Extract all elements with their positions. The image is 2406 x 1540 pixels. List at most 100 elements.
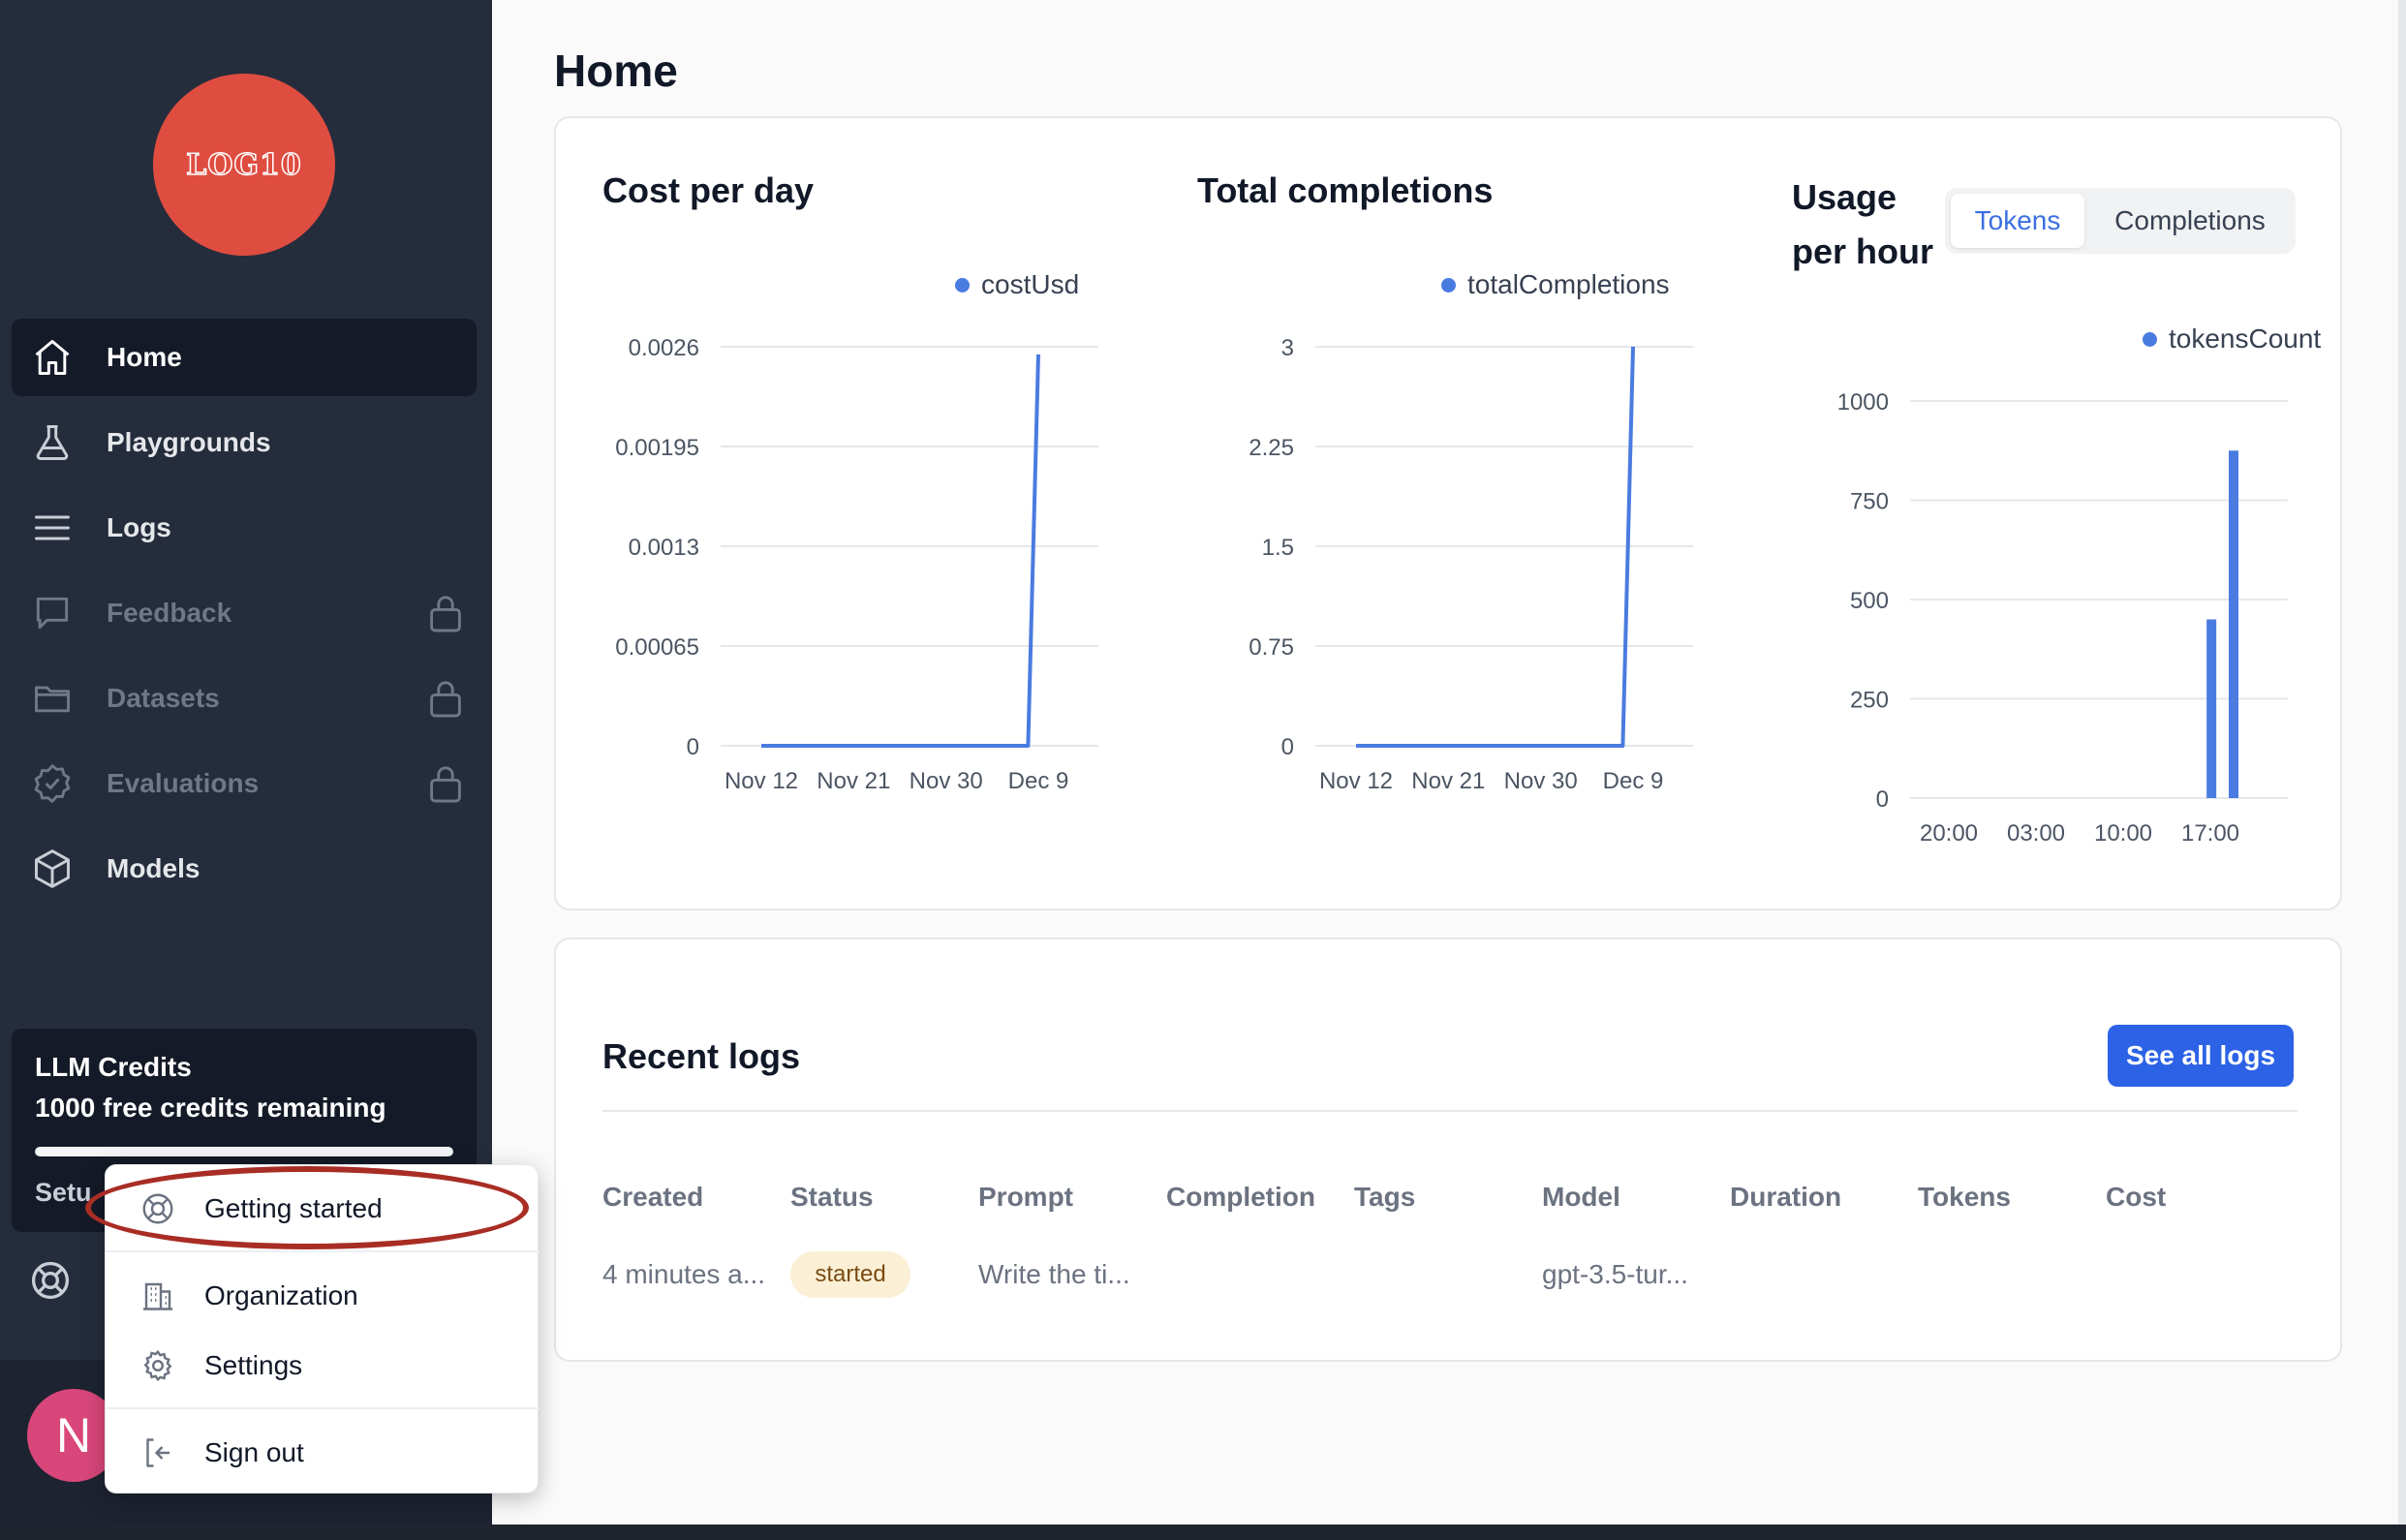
annotation-highlight-ellipse — [85, 1166, 529, 1249]
column-header-tokens[interactable]: Tokens — [1918, 1182, 2011, 1213]
menu-divider — [106, 1250, 540, 1252]
x-tick-label: Nov 30 — [910, 768, 983, 794]
sidebar-item-label: Evaluations — [107, 768, 260, 798]
sidebar-item-label: Logs — [107, 512, 171, 542]
folder-icon — [29, 675, 76, 722]
recent-logs-title: Recent logs — [602, 1036, 801, 1076]
sign-out-icon — [146, 1438, 170, 1467]
total-completions-chart: 0 0.75 1.5 2.25 3 Nov 12 Nov 21 Nov 30 Dec 9 — [1249, 335, 1693, 794]
column-header-created[interactable]: Created — [602, 1182, 703, 1213]
lifebuoy-icon[interactable] — [29, 1259, 72, 1302]
sidebar-item-models[interactable]: Models — [12, 830, 477, 908]
x-tick-label: Nov 21 — [817, 768, 890, 794]
sidebar-item-label: Datasets — [107, 683, 220, 713]
y-tick-label: 0 — [1281, 734, 1294, 760]
y-tick-label: 0.75 — [1249, 634, 1294, 661]
credits-title: LLM Credits — [35, 1052, 192, 1082]
sidebar-item-label: Models — [107, 853, 200, 883]
sidebar-item-home[interactable]: Home — [12, 319, 477, 396]
column-header-status[interactable]: Status — [790, 1182, 874, 1213]
y-tick-label: 3 — [1281, 335, 1294, 361]
app-window: LOG10 Home Playgrounds Logs Feedback Dat… — [0, 0, 2406, 1540]
x-tick-label: 03:00 — [2007, 820, 2065, 847]
chat-bubble-icon — [29, 590, 76, 636]
cost-per-day-chart: 0 0.00065 0.0013 0.00195 0.0026 Nov 12 Nov 21 N… — [615, 335, 1098, 794]
sidebar-item-logs[interactable]: Logs — [12, 489, 477, 567]
lock-icon — [430, 596, 461, 632]
x-tick-label: 10:00 — [2094, 820, 2152, 847]
building-icon — [143, 1282, 172, 1310]
sidebar-item-feedback[interactable]: Feedback — [12, 574, 477, 652]
y-tick-label: 0.0026 — [629, 335, 699, 361]
gear-icon — [143, 1349, 172, 1382]
sidebar-item-label: Home — [107, 342, 182, 372]
cell-model[interactable]: gpt-3.5-tur... — [1542, 1259, 1688, 1290]
column-header-duration[interactable]: Duration — [1730, 1182, 1841, 1213]
logo-text: LOG10 — [185, 147, 302, 183]
x-tick-label: Dec 9 — [1008, 768, 1069, 794]
menu-item-organization[interactable]: Organization — [106, 1262, 540, 1330]
main-content: Home Cost per day costUsd 0 0.00065 0.0013… — [492, 0, 2406, 1525]
x-tick-label: Nov 12 — [725, 768, 798, 794]
lock-icon — [430, 681, 461, 718]
x-tick-label: 20:00 — [1920, 820, 1978, 847]
recent-logs-card: Recent logs See all logs Created Status … — [554, 938, 2342, 1362]
y-tick-label: 250 — [1850, 688, 1889, 714]
x-tick-label: Nov 30 — [1504, 768, 1578, 794]
usage-per-hour-chart: 0 250 500 750 1000 20:00 03:00 10:00 17:00 — [1837, 389, 2288, 847]
credits-progress-fill — [35, 1147, 453, 1156]
x-tick-label: Nov 21 — [1411, 768, 1485, 794]
y-tick-label: 500 — [1850, 588, 1889, 614]
column-header-prompt[interactable]: Prompt — [978, 1182, 1073, 1213]
x-tick-label: 17:00 — [2181, 820, 2239, 847]
check-badge-icon — [29, 760, 76, 807]
menu-divider — [106, 1407, 540, 1409]
status-badge: started — [790, 1251, 910, 1298]
menu-item-label: Organization — [204, 1280, 358, 1310]
menu-item-label: Sign out — [204, 1437, 304, 1467]
lock-icon — [430, 766, 461, 803]
y-tick-label: 0 — [1876, 786, 1889, 813]
divider — [602, 1110, 2298, 1112]
menu-item-settings[interactable]: Settings — [106, 1332, 540, 1400]
menu-item-label: Settings — [204, 1350, 303, 1380]
credits-progress-bar — [35, 1147, 453, 1156]
credits-remaining: 1000 free credits remaining — [35, 1093, 386, 1123]
cell-prompt[interactable]: Write the ti... — [978, 1259, 1130, 1290]
y-tick-label: 0 — [687, 734, 699, 760]
cube-icon — [29, 846, 76, 892]
y-tick-label: 2.25 — [1249, 435, 1294, 461]
y-tick-label: 0.0013 — [629, 535, 699, 561]
sidebar-item-label: Feedback — [107, 598, 232, 628]
menu-item-sign-out[interactable]: Sign out — [106, 1419, 540, 1487]
cell-created[interactable]: 4 minutes a... — [602, 1259, 765, 1290]
column-header-completion[interactable]: Completion — [1166, 1182, 1315, 1213]
logo[interactable]: LOG10 — [153, 74, 335, 256]
sidebar-item-datasets[interactable]: Datasets — [12, 660, 477, 737]
x-tick-label: Dec 9 — [1603, 768, 1664, 794]
sidebar-nav: Home Playgrounds Logs Feedback Datasets … — [12, 319, 477, 915]
bottom-strip — [0, 1525, 2406, 1540]
scrollbar-track[interactable] — [2398, 0, 2406, 1525]
column-header-cost[interactable]: Cost — [2106, 1182, 2166, 1213]
column-header-model[interactable]: Model — [1542, 1182, 1620, 1213]
flask-icon — [29, 419, 76, 466]
page-title: Home — [554, 46, 678, 96]
home-icon — [29, 334, 76, 381]
sidebar-item-evaluations[interactable]: Evaluations — [12, 745, 477, 822]
y-tick-label: 1000 — [1837, 389, 1889, 416]
y-tick-label: 750 — [1850, 489, 1889, 515]
series-line — [761, 354, 1040, 748]
y-tick-label: 0.00065 — [615, 634, 699, 661]
sidebar-item-label: Playgrounds — [107, 427, 271, 457]
bar — [2229, 450, 2238, 798]
stats-card: Cost per day costUsd 0 0.00065 0.0013 0.001… — [554, 116, 2342, 910]
y-tick-label: 0.00195 — [615, 435, 699, 461]
x-tick-label: Nov 12 — [1319, 768, 1393, 794]
sidebar-item-playgrounds[interactable]: Playgrounds — [12, 404, 477, 481]
menu-lines-icon — [29, 505, 76, 551]
see-all-logs-button[interactable]: See all logs — [2108, 1025, 2294, 1087]
y-tick-label: 1.5 — [1262, 535, 1294, 561]
bar — [2206, 619, 2217, 798]
column-header-tags[interactable]: Tags — [1354, 1182, 1415, 1213]
